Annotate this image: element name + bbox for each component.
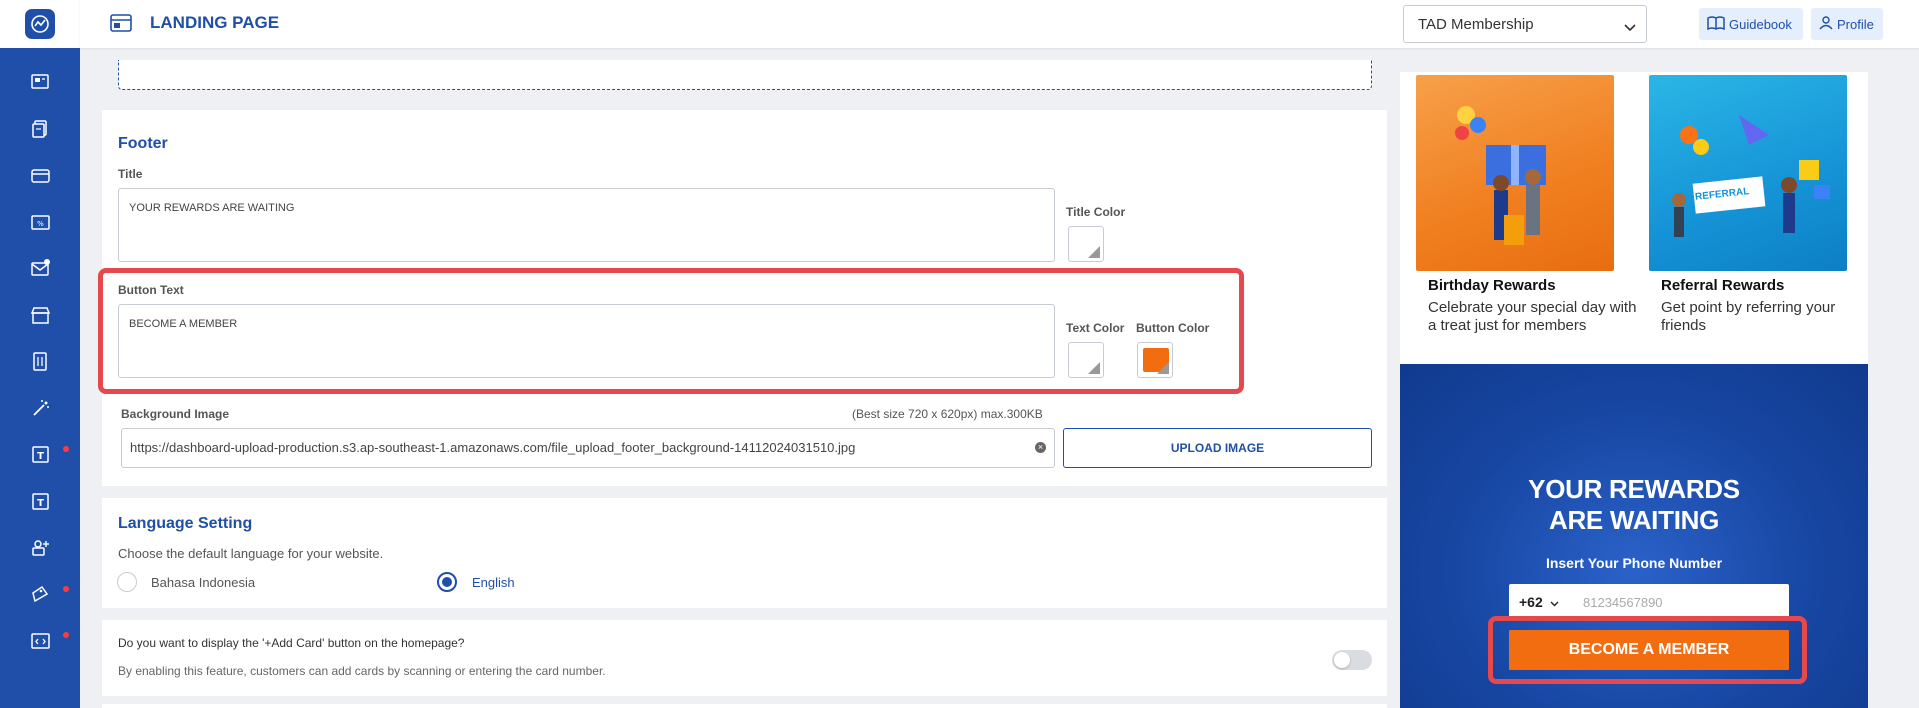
sidebar-item-documents[interactable] — [0, 109, 80, 156]
option-english-label: English — [472, 575, 515, 590]
text-color-picker[interactable] — [1068, 342, 1104, 378]
profile-label: Profile — [1837, 16, 1874, 32]
footer-section-title: Footer — [118, 135, 168, 152]
add-card-question: Do you want to display the '+Add Card' b… — [118, 636, 465, 650]
text-color-label: Text Color — [1066, 321, 1125, 335]
notification-dot — [63, 585, 69, 592]
sidebar-item-voucher[interactable]: % — [0, 202, 80, 249]
chevron-down-icon — [1550, 601, 1559, 607]
user-add-icon — [30, 537, 51, 563]
language-section-title: Language Setting — [118, 515, 253, 532]
card-icon — [30, 165, 51, 191]
background-image-hint: (Best size 720 x 620px) max.300KB — [852, 407, 1043, 421]
preview-phone-input[interactable]: +62 81234567890 — [1509, 584, 1789, 620]
background-image-url-input[interactable]: https://dashboard-upload-production.s3.a… — [121, 428, 1055, 468]
menu-icon — [30, 351, 51, 377]
language-description: Choose the default language for your web… — [118, 546, 384, 561]
button-text-input[interactable]: BECOME A MEMBER — [118, 304, 1055, 378]
background-image-url: https://dashboard-upload-production.s3.a… — [130, 440, 856, 455]
preview-hero-title: YOUR REWARDS ARE WAITING — [1528, 474, 1740, 535]
title-color-label: Title Color — [1066, 205, 1126, 219]
button-text-label: Button Text — [118, 283, 184, 297]
user-icon — [1819, 15, 1833, 33]
preview-hero-subtitle: Insert Your Phone Number — [1545, 555, 1723, 571]
option-bahasa-indonesia-label: Bahasa Indonesia — [151, 575, 256, 590]
magic-wand-icon — [30, 398, 51, 424]
sidebar-item-dashboard[interactable] — [0, 62, 80, 109]
phone-placeholder: 81234567890 — [1583, 595, 1663, 610]
country-code-value: +62 — [1519, 594, 1543, 610]
add-card-toggle[interactable] — [1332, 650, 1372, 670]
sidebar-item-tag[interactable] — [0, 574, 80, 621]
sidebar: % T T — [0, 0, 80, 708]
clear-icon[interactable]: × — [1035, 442, 1046, 453]
sidebar-item-card[interactable] — [0, 155, 80, 202]
browser-window-icon — [110, 14, 132, 37]
page-title: LANDING PAGE — [150, 13, 280, 32]
referral-rewards-title: Referral Rewards — [1661, 277, 1785, 294]
next-card-edge — [102, 704, 1387, 708]
top-header: LANDING PAGE TAD Membership Guidebook Pr… — [80, 0, 1919, 48]
sidebar-item-user-add[interactable] — [0, 527, 80, 574]
add-card-description: By enabling this feature, customers can … — [118, 664, 606, 678]
radio-bahasa-indonesia[interactable] — [117, 572, 137, 592]
sidebar-item-menu[interactable] — [0, 341, 80, 388]
sidebar-item-code[interactable] — [0, 620, 80, 667]
store-icon — [30, 305, 51, 331]
mail-unread-dot — [44, 259, 50, 265]
notification-dot — [63, 446, 69, 452]
birthday-rewards-image — [1416, 75, 1614, 271]
birthday-rewards-desc: Celebrate your special day with a treat … — [1428, 299, 1637, 334]
country-code-select[interactable]: +62 — [1519, 594, 1559, 610]
birthday-rewards-title: Birthday Rewards — [1428, 277, 1556, 294]
book-icon — [1707, 15, 1725, 33]
title-color-picker[interactable] — [1068, 226, 1104, 262]
voucher-icon: % — [30, 212, 51, 238]
dropdown-corner-icon — [1157, 362, 1169, 374]
chart-logo-icon — [25, 9, 55, 39]
add-template-bar[interactable] — [118, 60, 1372, 90]
dropdown-corner-icon — [1088, 362, 1100, 374]
referral-rewards-desc: Get point by referring your friends — [1661, 299, 1836, 334]
guidebook-label: Guidebook — [1729, 16, 1792, 32]
svg-text:T: T — [37, 451, 44, 462]
guidebook-button[interactable]: Guidebook — [1699, 8, 1803, 40]
notification-dot — [63, 632, 69, 638]
sidebar-item-mail[interactable] — [0, 248, 80, 295]
radio-english[interactable] — [437, 572, 457, 592]
app-logo[interactable] — [0, 0, 80, 48]
chevron-down-icon — [1624, 19, 1636, 36]
tag-icon — [30, 584, 51, 610]
documents-icon — [30, 119, 51, 145]
ticket-icon: T — [30, 444, 51, 470]
add-card-settings-card — [102, 620, 1387, 696]
highlight-frame-preview-button — [1488, 616, 1807, 684]
dropdown-corner-icon — [1088, 246, 1100, 258]
sidebar-item-store[interactable] — [0, 295, 80, 342]
code-icon — [30, 630, 51, 656]
button-color-label: Button Color — [1136, 321, 1210, 335]
referral-rewards-image: REFERRAL — [1649, 75, 1847, 271]
program-select[interactable]: TAD Membership — [1403, 5, 1647, 43]
sidebar-item-ticket-alt[interactable]: T — [0, 481, 80, 528]
dashboard-icon — [30, 72, 51, 98]
background-image-label: Background Image — [121, 407, 230, 421]
svg-text:%: % — [37, 220, 44, 228]
ticket-alt-icon: T — [30, 491, 51, 517]
title-label: Title — [118, 167, 143, 181]
sidebar-item-ticket[interactable]: T — [0, 434, 80, 481]
button-color-picker[interactable] — [1137, 342, 1173, 378]
footer-title-input[interactable]: YOUR REWARDS ARE WAITING — [118, 188, 1055, 262]
profile-button[interactable]: Profile — [1811, 8, 1883, 40]
upload-image-button[interactable]: UPLOAD IMAGE — [1063, 428, 1372, 468]
program-select-value: TAD Membership — [1418, 16, 1534, 33]
sidebar-item-magic-wand[interactable] — [0, 388, 80, 435]
svg-text:T: T — [37, 498, 44, 509]
